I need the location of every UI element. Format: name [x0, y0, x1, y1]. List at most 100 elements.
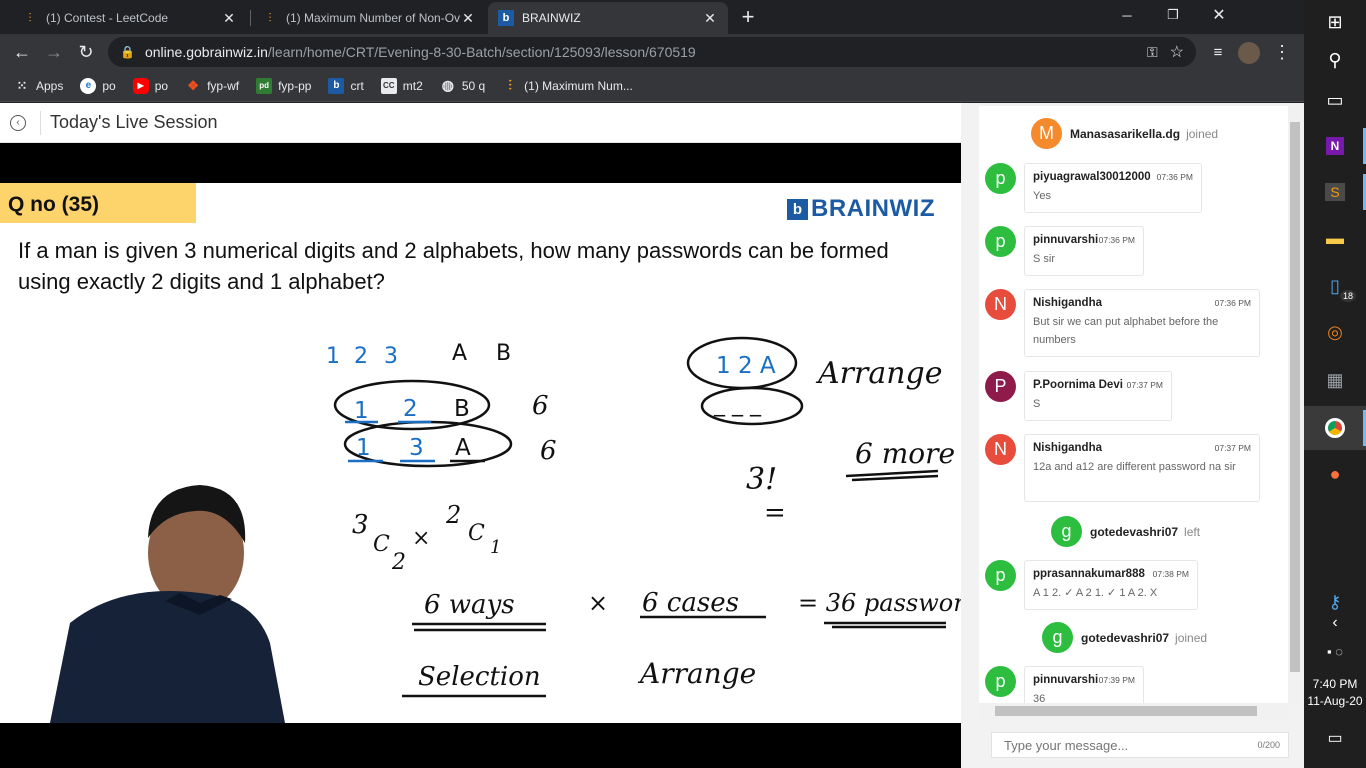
profile-avatar[interactable]: [1238, 42, 1260, 64]
message-bubble: Nishigandha 07:37 PM 12a and a12 are diff…: [1024, 434, 1260, 502]
tab-divider: [250, 10, 251, 26]
back-circle-icon[interactable]: ‹: [10, 114, 26, 131]
message-time: 07:36 PM: [1214, 298, 1251, 308]
close-tab-icon[interactable]: ✕: [221, 10, 237, 27]
url-host: online.gobrainwiz.in: [144, 44, 268, 60]
message-user: piyuagrawal30012000: [1033, 171, 1151, 183]
bookmark-fyp-pp[interactable]: pd fyp-pp: [256, 77, 311, 94]
message-bubble: pinnuvarshi 07:39 PM 36: [1024, 666, 1144, 706]
back-arrow-icon[interactable]: ←: [8, 38, 36, 66]
event-action: joined: [1186, 126, 1219, 141]
bookmark-fyp-wf[interactable]: ❖ fyp-wf: [185, 78, 239, 94]
onenote-icon[interactable]: N: [1304, 124, 1366, 168]
avatar: p: [985, 666, 1016, 697]
browser-toolbar: ← → ↻ 🔒 online.gobrainwiz.in /learn/home…: [0, 34, 1304, 70]
system-tray-icons[interactable]: ▪ ◌: [1304, 636, 1366, 666]
bookmark-po-youtube[interactable]: ▶ po: [132, 77, 168, 94]
user-name: gotedevashri07: [1081, 630, 1170, 645]
notification-center-icon[interactable]: ▭: [1304, 716, 1366, 760]
media-player-icon[interactable]: ◎: [1304, 310, 1366, 354]
file-explorer-icon[interactable]: ▬: [1304, 216, 1366, 260]
message-text: 12a and a12 are different password na si…: [1033, 461, 1236, 473]
chat-vertical-scrollbar[interactable]: [1288, 106, 1302, 706]
close-window-icon[interactable]: ✕: [1196, 0, 1242, 30]
system-event: M Manasasarikella.dg joined: [1031, 118, 1218, 149]
tab-leetcode-contest[interactable]: ⫶ (1) Contest - LeetCode ✕: [12, 2, 247, 34]
svg-text:Selection: Selection: [418, 662, 541, 692]
forward-arrow-icon[interactable]: →: [40, 38, 68, 66]
bookmark-50q[interactable]: ◍ 50 q: [440, 77, 486, 94]
tab-title: (1) Maximum Number of Non-Ov: [286, 11, 460, 25]
reload-icon[interactable]: ↻: [72, 38, 100, 66]
tab-title: BRAINWIZ: [522, 11, 581, 25]
chat-messages[interactable]: M Manasasarikella.dg joined p piyuagrawa…: [979, 106, 1289, 706]
brainwiz-icon: b: [328, 77, 345, 94]
close-tab-icon[interactable]: ✕: [702, 10, 718, 27]
bookmark-crt[interactable]: b crt: [328, 77, 364, 94]
message-bubble: pinnuvarshi 07:36 PM S sir: [1024, 226, 1144, 276]
close-tab-icon[interactable]: ✕: [460, 10, 476, 27]
svg-text:6 cases: 6 cases: [642, 588, 739, 618]
tab-brainwiz[interactable]: b BRAINWIZ ✕: [488, 2, 728, 34]
chat-message: p piyuagrawal30012000 07:36 PM Yes: [985, 163, 1202, 213]
key-icon[interactable]: ⚿: [1147, 44, 1158, 61]
svg-text:C: C: [468, 521, 485, 546]
bookmark-label: crt: [350, 78, 364, 93]
chevron-left-icon[interactable]: ‹: [1304, 608, 1366, 638]
printed-letter: A: [452, 341, 467, 366]
message-time: 07:37 PM: [1214, 443, 1251, 453]
scroll-thumb[interactable]: [995, 706, 1257, 716]
message-text: S sir: [1033, 253, 1055, 265]
live-video-player[interactable]: Q no (35) b BRAINWIZ If a man is given 3…: [0, 143, 961, 768]
windows-taskbar: ⊞ ⚲ ▭ N S ▬ ▯ 18 ◎ ▦ ● ⚷ ‹ ▪ ◌ 7:40 PM 11…: [1304, 0, 1366, 768]
bookmark-label: 50 q: [461, 78, 486, 93]
avatar: g: [1051, 516, 1082, 547]
bookmark-maximum-num[interactable]: ⫶ (1) Maximum Num...: [502, 77, 633, 94]
chat-message: N Nishigandha 07:36 PM But sir we can put…: [985, 289, 1260, 357]
underline-mark: [845, 469, 939, 478]
user-name: Manasasarikella.dg: [1070, 126, 1181, 141]
scroll-thumb[interactable]: [1290, 122, 1300, 672]
chat-message-input[interactable]: [1004, 737, 1258, 753]
media-control-icon[interactable]: ≡: [1204, 38, 1232, 66]
firefox-icon[interactable]: ●: [1304, 452, 1366, 496]
sublime-text-icon[interactable]: S: [1304, 170, 1366, 214]
menu-kebab-icon[interactable]: ⋮: [1268, 38, 1296, 66]
calculator-icon[interactable]: ▦: [1304, 358, 1366, 402]
url-path: /learn/home/CRT/Evening-8-30-Batch/secti…: [267, 44, 696, 60]
tab-maximum-number[interactable]: ⫶ (1) Maximum Number of Non-Ov ✕: [252, 2, 486, 34]
bookmark-apps[interactable]: ⁙ Apps: [14, 78, 64, 94]
phone-app-icon[interactable]: ▯ 18: [1304, 264, 1366, 308]
page-content: ‹ Today's Live Session Q no (35) b BRAIN…: [0, 103, 1304, 768]
address-bar[interactable]: 🔒 online.gobrainwiz.in /learn/home/CRT/E…: [108, 37, 1196, 67]
svg-text:6 ways: 6 ways: [424, 590, 515, 620]
avatar: M: [1031, 118, 1062, 149]
message-bubble: piyuagrawal30012000 07:36 PM Yes: [1024, 163, 1202, 213]
search-icon[interactable]: ⚲: [1304, 38, 1366, 82]
bookmark-mt2[interactable]: CC mt2: [380, 77, 423, 94]
restore-icon[interactable]: ❐: [1150, 0, 1196, 30]
board-letter: A: [455, 435, 471, 461]
bookmark-label: (1) Maximum Num...: [524, 78, 633, 93]
new-tab-button[interactable]: +: [736, 5, 760, 29]
chat-message: p pinnuvarshi 07:36 PM S sir: [985, 226, 1144, 276]
blank-slots: _ _ _: [713, 392, 762, 417]
printed-digit: 2: [354, 344, 368, 369]
chat-horizontal-scrollbar[interactable]: [979, 703, 1289, 719]
leetcode-icon: ⫶: [28, 10, 32, 25]
minimize-icon[interactable]: ─: [1104, 0, 1150, 30]
task-view-icon[interactable]: ▭: [1304, 78, 1366, 122]
message-bubble: Nishigandha 07:36 PM But sir we can put a…: [1024, 289, 1260, 357]
printed-digits: 1 2 3: [326, 344, 398, 369]
chat-message: p pinnuvarshi 07:39 PM 36: [985, 666, 1144, 706]
chat-panel: M Manasasarikella.dg joined p piyuagrawa…: [961, 103, 1304, 768]
board-digit: 3: [409, 435, 424, 461]
bookmark-label: mt2: [402, 78, 423, 93]
svg-text:2: 2: [391, 550, 406, 575]
taskbar-clock[interactable]: 7:40 PM 11-Aug-20: [1304, 676, 1366, 710]
star-icon[interactable]: ☆: [1170, 42, 1184, 62]
bookmark-label: Apps: [36, 78, 64, 93]
bookmark-po-edge[interactable]: e po: [80, 77, 116, 94]
chrome-icon[interactable]: [1304, 406, 1366, 450]
printed-digit: 3: [384, 344, 398, 369]
